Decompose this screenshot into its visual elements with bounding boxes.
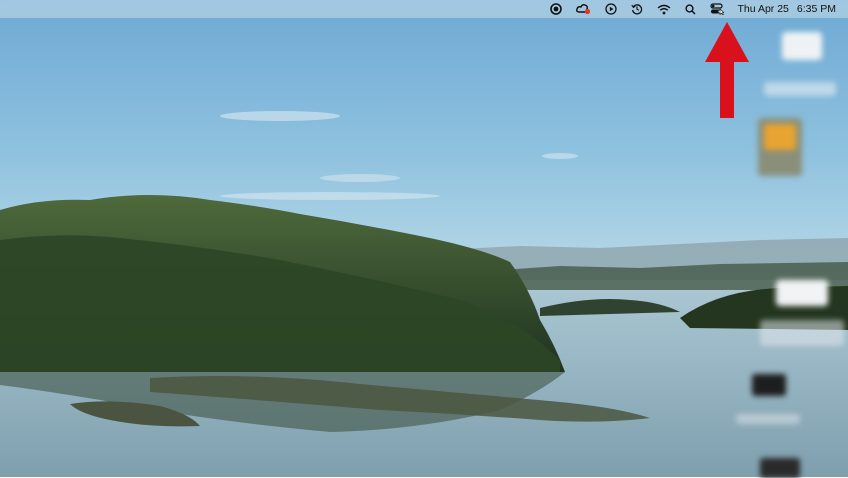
time-machine-icon[interactable]: [630, 0, 643, 18]
play-icon[interactable]: [604, 0, 617, 18]
menu-bar-clock[interactable]: Thu Apr 25 6:35 PM: [738, 3, 836, 15]
creative-cloud-icon[interactable]: [575, 0, 591, 18]
desktop-icon-label: [764, 82, 836, 96]
desktop-icon-label: [760, 320, 844, 346]
desktop-icon[interactable]: [752, 374, 786, 396]
desktop-icon[interactable]: [782, 32, 822, 60]
desktop-icon[interactable]: [776, 280, 828, 306]
record-icon[interactable]: [549, 0, 562, 18]
desktop-icon-label: [736, 414, 800, 424]
clock-date: Thu Apr 25: [737, 3, 789, 15]
control-center-icon[interactable]: [709, 0, 724, 18]
wifi-icon[interactable]: [657, 0, 671, 18]
red-arrow-annotation: [705, 22, 749, 118]
desktop-icon[interactable]: [760, 458, 800, 478]
menu-bar: Thu Apr 25 6:35 PM: [0, 0, 848, 18]
spotlight-search-icon[interactable]: [684, 0, 696, 18]
desktop-folder-icon[interactable]: [758, 118, 802, 176]
clock-time: 6:35 PM: [796, 3, 836, 15]
